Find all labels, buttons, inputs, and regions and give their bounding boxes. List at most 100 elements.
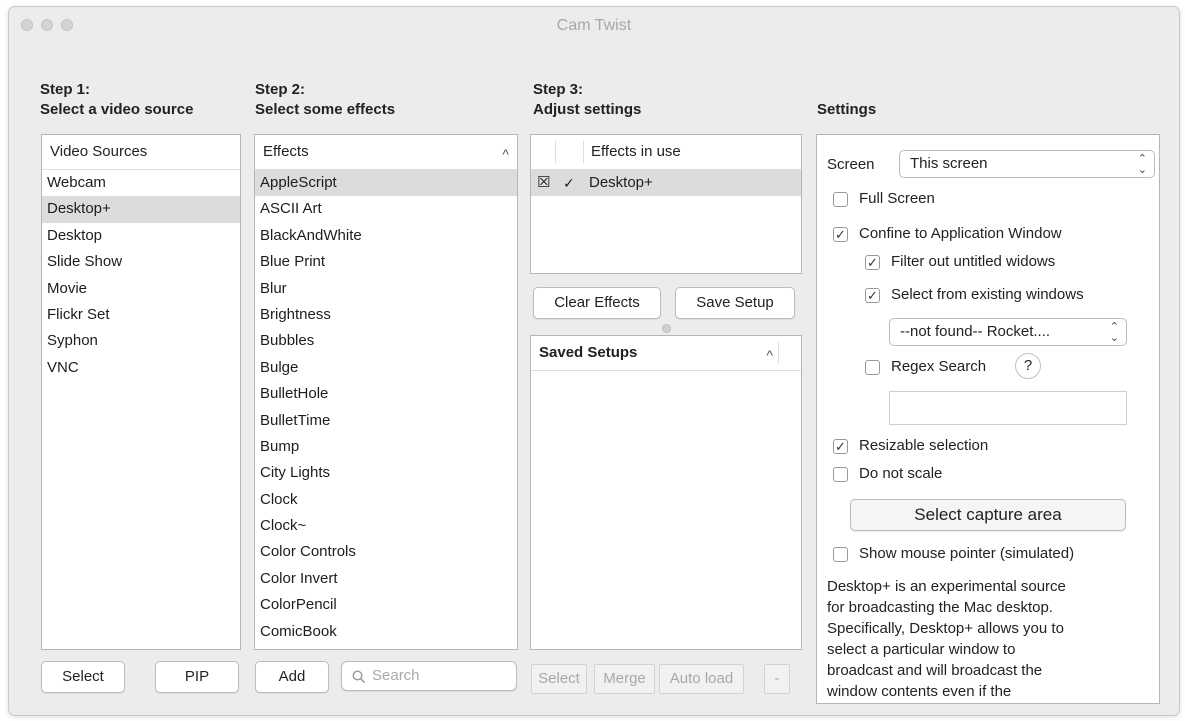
effects-header[interactable]: Effects ^ [255, 135, 517, 170]
resizable-selection-checkbox[interactable]: ✓ [833, 439, 848, 454]
clear-effects-button[interactable]: Clear Effects [533, 287, 661, 319]
do-not-scale-label: Do not scale [859, 465, 943, 482]
filter-untitled-checkbox[interactable]: ✓ [865, 255, 880, 270]
effect-item[interactable]: BulletTime [255, 408, 517, 434]
column-divider [555, 141, 556, 163]
screen-select[interactable]: This screen ⌃ ⌄ [899, 150, 1155, 178]
saved-setups-header[interactable]: Saved Setups ^ [531, 336, 801, 371]
select-setup-button[interactable]: Select [531, 664, 587, 694]
video-source-item[interactable]: Flickr Set [42, 302, 240, 328]
close-window-button[interactable] [21, 19, 33, 31]
filter-untitled-label: Filter out untitled widows [891, 253, 1056, 270]
select-capture-area-button[interactable]: Select capture area [850, 499, 1126, 531]
effect-item[interactable]: Clock [255, 487, 517, 513]
effects-in-use-table[interactable]: Effects in use ☒ ✓ Desktop+ [530, 134, 802, 274]
add-effect-button[interactable]: Add [255, 661, 329, 693]
remove-setup-button[interactable]: - [764, 664, 790, 694]
effects-search-input[interactable]: Search [341, 661, 517, 691]
save-setup-button[interactable]: Save Setup [675, 287, 795, 319]
effect-item[interactable]: Brightness [255, 302, 517, 328]
remove-effect-icon[interactable]: ☒ [537, 170, 550, 196]
full-screen-label: Full Screen [859, 190, 935, 207]
show-pointer-checkbox[interactable] [833, 547, 848, 562]
resizable-selection-label: Resizable selection [859, 437, 989, 454]
effects-header-label: Effects [263, 143, 309, 160]
effect-item[interactable]: Clock~ [255, 513, 517, 539]
step2-title: Select some effects [255, 101, 396, 118]
effects-list[interactable]: Effects ^ AppleScript ASCII Art BlackAndWh… [254, 134, 518, 650]
column-divider [583, 141, 584, 163]
chevron-updown-icon: ⌃ ⌄ [1109, 321, 1119, 344]
select-existing-label: Select from existing windows [891, 286, 1084, 303]
column-divider [778, 342, 779, 364]
pip-button[interactable]: PIP [155, 661, 239, 693]
effect-item[interactable]: Bulge [255, 355, 517, 381]
sort-ascending-icon[interactable]: ^ [766, 338, 773, 372]
effect-item[interactable]: Color Invert [255, 566, 517, 592]
split-view-handle[interactable] [662, 324, 671, 333]
effect-item[interactable]: Blur [255, 276, 517, 302]
effect-item[interactable]: BulletHole [255, 381, 517, 407]
screen-select-value: This screen [910, 155, 988, 172]
effect-item[interactable]: ColorPencil [255, 592, 517, 618]
video-source-item[interactable]: Desktop+ [42, 196, 240, 223]
do-not-scale-checkbox[interactable] [833, 467, 848, 482]
step2-number: Step 2: [255, 81, 306, 98]
video-source-item[interactable]: Slide Show [42, 249, 240, 275]
zoom-window-button[interactable] [61, 19, 73, 31]
effect-item[interactable]: Blue Print [255, 249, 517, 275]
video-sources-list[interactable]: Video Sources Webcam Desktop+ Desktop Slide… [41, 134, 241, 650]
description-line: Desktop+ is an experimental source [827, 578, 1066, 595]
step1-heading: Step 1: Select a video source [40, 80, 193, 120]
video-source-item[interactable]: VNC [42, 355, 240, 381]
effect-item[interactable]: Bubbles [255, 328, 517, 354]
description-line: window contents even if the [827, 683, 1012, 700]
description-line: select a particular window to [827, 641, 1016, 658]
effect-item[interactable]: ComicBook [255, 619, 517, 645]
minimize-window-button[interactable] [41, 19, 53, 31]
video-source-item[interactable]: Syphon [42, 328, 240, 354]
video-source-item[interactable]: Movie [42, 276, 240, 302]
help-button[interactable]: ? [1015, 353, 1041, 379]
regex-input[interactable] [889, 391, 1127, 425]
source-description: Desktop+ is an experimental source for b… [827, 576, 1153, 702]
settings-panel: Screen This screen ⌃ ⌄ Full Screen ✓ Conf… [816, 134, 1160, 704]
select-source-button[interactable]: Select [41, 661, 125, 693]
effects-rows: AppleScript ASCII Art BlackAndWhite Blue Pr… [255, 170, 517, 645]
effect-item[interactable]: AppleScript [255, 170, 517, 197]
effect-item[interactable]: City Lights [255, 460, 517, 486]
sort-ascending-icon[interactable]: ^ [502, 137, 509, 171]
saved-setups-label: Saved Setups [539, 344, 638, 361]
video-source-item[interactable]: Webcam [42, 170, 240, 196]
window-select[interactable]: --not found-- Rocket.... ⌃ ⌄ [889, 318, 1127, 346]
full-screen-checkbox[interactable] [833, 192, 848, 207]
effect-item[interactable]: BlackAndWhite [255, 223, 517, 249]
effect-in-use-row[interactable]: ☒ ✓ Desktop+ [531, 170, 801, 196]
video-source-item[interactable]: Desktop [42, 223, 240, 249]
effect-item[interactable]: ASCII Art [255, 196, 517, 222]
effect-item[interactable]: Bump [255, 434, 517, 460]
effects-in-use-header: Effects in use [531, 135, 801, 170]
main-window: Cam Twist Step 1: Select a video source … [8, 6, 1180, 716]
step1-number: Step 1: [40, 81, 91, 98]
merge-setup-button[interactable]: Merge [594, 664, 655, 694]
step3-heading: Step 3: Adjust settings [533, 80, 641, 120]
confine-label: Confine to Application Window [859, 225, 1062, 242]
video-sources-header[interactable]: Video Sources [42, 135, 240, 170]
description-line: Specifically, Desktop+ allows you to [827, 620, 1064, 637]
title-bar: Cam Twist [9, 7, 1179, 45]
confine-checkbox[interactable]: ✓ [833, 227, 848, 242]
show-pointer-label: Show mouse pointer (simulated) [859, 545, 1075, 562]
regex-label: Regex Search [891, 358, 987, 375]
chevron-updown-icon: ⌃ ⌄ [1137, 153, 1147, 176]
effect-item[interactable]: Color Controls [255, 539, 517, 565]
select-existing-checkbox[interactable]: ✓ [865, 288, 880, 303]
effect-enabled-checkbox[interactable]: ✓ [563, 170, 575, 196]
window-title: Cam Twist [556, 17, 632, 34]
saved-setups-list[interactable]: Saved Setups ^ [530, 335, 802, 650]
regex-checkbox[interactable] [865, 360, 880, 375]
settings-title: Settings [817, 101, 877, 118]
search-icon [352, 670, 366, 684]
auto-load-button[interactable]: Auto load [659, 664, 744, 694]
description-line: broadcast and will broadcast the [827, 662, 1043, 679]
